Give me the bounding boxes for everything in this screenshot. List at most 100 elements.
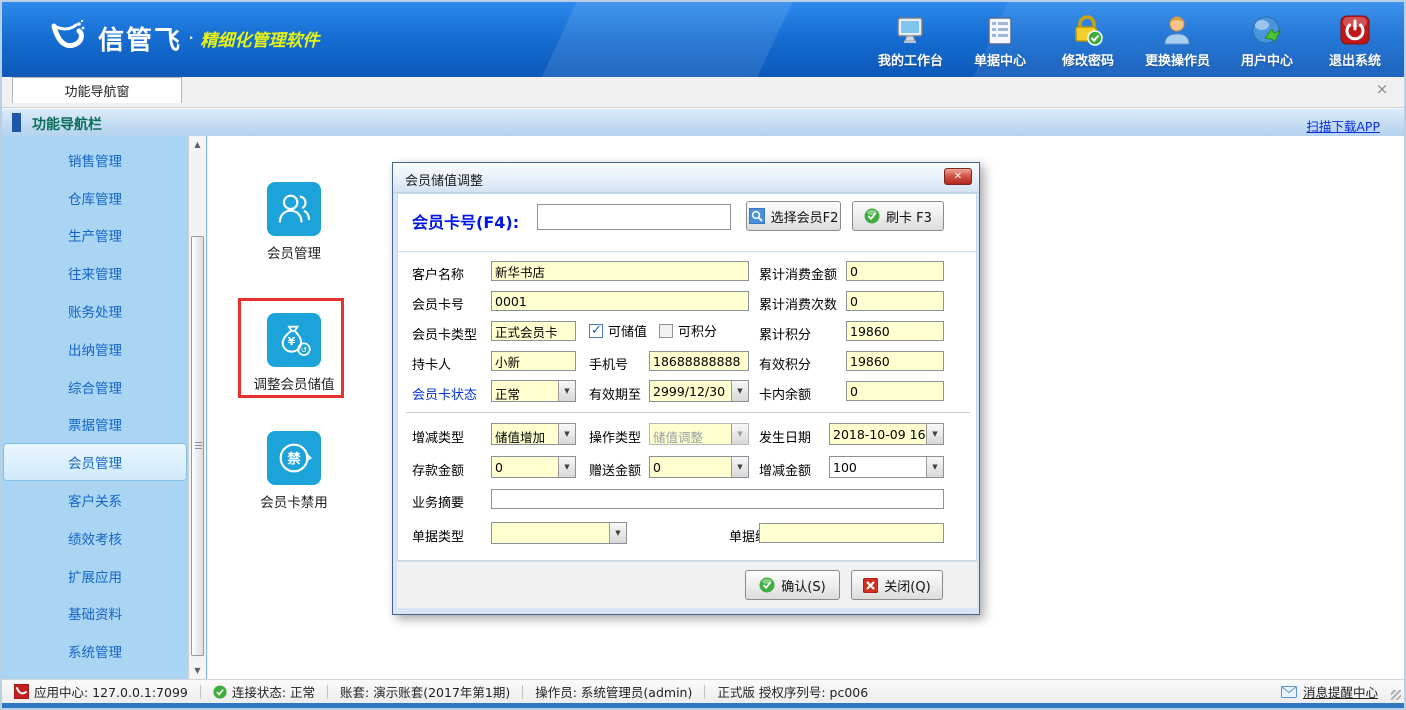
adjust-stored-value-icon: ¥ ↺ — [267, 313, 321, 367]
sidebar-item-sales[interactable]: 销售管理 — [2, 141, 188, 179]
user-center-globe-icon — [1251, 12, 1283, 46]
card-balance-input[interactable] — [846, 381, 944, 401]
total-points-input[interactable] — [846, 321, 944, 341]
consumption-count-input[interactable] — [846, 291, 944, 311]
brand-logo-icon — [46, 16, 90, 60]
date-label: 发生日期 — [759, 427, 811, 446]
date-select[interactable]: 2018-10-09 16:51 — [829, 423, 944, 445]
chevron-down-icon — [558, 381, 575, 401]
chevron-down-icon — [926, 424, 943, 444]
adjust-type-select[interactable]: 储值增加 — [491, 423, 576, 445]
swipe-card-button[interactable]: 刷卡 F3 — [852, 201, 944, 231]
card-number-input[interactable] — [537, 204, 731, 230]
gift-select[interactable]: 0 — [649, 456, 749, 478]
sidebar-item-extensions[interactable]: 扩展应用 — [2, 557, 188, 595]
toolbar-item-document-center[interactable]: 单据中心 — [969, 12, 1031, 69]
chevron-down-icon — [731, 424, 748, 444]
svg-text:¥: ¥ — [288, 335, 296, 348]
status-message-center[interactable]: 消息提醒中心 — [1281, 682, 1404, 701]
operation-type-select: 储值调整 — [649, 423, 749, 445]
sidebar-item-production[interactable]: 生产管理 — [2, 217, 188, 255]
dialog-close-icon[interactable]: ✕ — [944, 168, 972, 185]
check-circle-icon — [759, 577, 775, 593]
sidebar-item-base-data[interactable]: 基础资料 — [2, 595, 188, 633]
toolbar-item-exit[interactable]: 退出系统 — [1324, 12, 1386, 69]
status-connection: 连接状态: 正常 — [201, 682, 327, 701]
document-center-icon — [985, 12, 1015, 46]
tab-function-navigator[interactable]: 功能导航窗 — [12, 77, 182, 103]
check-circle-icon — [213, 685, 227, 699]
nav-accent-block — [12, 113, 21, 132]
sidebar-item-accounting[interactable]: 账务处理 — [2, 292, 188, 330]
checkbox-unchecked-icon — [659, 324, 673, 338]
scroll-up-icon[interactable]: ▲ — [190, 137, 205, 152]
storable-checkbox[interactable]: 可储值 — [589, 321, 647, 340]
card-disable-icon: 禁 — [267, 431, 321, 485]
tile-card-disable[interactable]: 禁 会员卡禁用 — [234, 431, 354, 511]
resize-grip[interactable] — [1391, 690, 1401, 700]
separator — [398, 251, 976, 252]
sidebar-item-system[interactable]: 系统管理 — [2, 632, 188, 670]
card-status-label: 会员卡状态 — [412, 384, 477, 403]
phone-label: 手机号 — [589, 354, 628, 373]
valid-points-input[interactable] — [846, 351, 944, 371]
sidebar-item-customer-relations[interactable]: 客户关系 — [2, 481, 188, 519]
deposit-select[interactable]: 0 — [491, 456, 576, 478]
dialog-member-stored-value-adjust: 会员储值调整 ✕ 会员卡号(F4): 选择会员F2 — [392, 162, 980, 615]
deposit-label: 存款金额 — [412, 460, 464, 479]
tab-close-icon[interactable]: × — [1374, 81, 1390, 97]
close-button[interactable]: 关闭(Q) — [851, 570, 943, 600]
doc-type-label: 单据类型 — [412, 526, 464, 545]
sidebar: 销售管理 仓库管理 生产管理 往来管理 账务处理 出纳管理 综合管理 票据管理 … — [2, 136, 207, 679]
summary-input[interactable] — [491, 489, 944, 509]
scrollbar-thumb[interactable] — [191, 236, 204, 656]
sidebar-item-performance[interactable]: 绩效考核 — [2, 519, 188, 557]
toolbar-item-switch-operator[interactable]: 更换操作员 — [1145, 12, 1210, 69]
confirm-button[interactable]: 确认(S) — [745, 570, 840, 600]
separator — [406, 412, 970, 413]
doc-no-input[interactable] — [759, 523, 944, 543]
tile-adjust-stored-value[interactable]: ¥ ↺ 调整会员储值 — [264, 313, 324, 393]
sidebar-item-warehouse[interactable]: 仓库管理 — [2, 179, 188, 217]
chevron-down-icon — [558, 424, 575, 444]
phone-input[interactable] — [649, 351, 749, 371]
sidebar-item-invoice[interactable]: 票据管理 — [2, 406, 188, 444]
holder-input[interactable] — [491, 351, 576, 371]
change-password-lock-icon — [1072, 12, 1104, 46]
card-type-label: 会员卡类型 — [412, 324, 477, 343]
tile-label: 会员管理 — [267, 242, 321, 262]
toolbar-item-user-center[interactable]: 用户中心 — [1236, 12, 1298, 69]
tile-member-management[interactable]: 会员管理 — [234, 182, 354, 262]
top-banner: 信管飞 · 精细化管理软件 我的工作台 — [2, 2, 1404, 77]
toolbar-item-workbench[interactable]: 我的工作台 — [878, 12, 943, 69]
valid-until-select[interactable]: 2999/12/30 — [649, 380, 749, 402]
customer-name-input[interactable] — [491, 261, 749, 281]
sidebar-item-member[interactable]: 会员管理 — [3, 443, 187, 481]
sidebar-item-comprehensive[interactable]: 综合管理 — [2, 368, 188, 406]
member-card-no-input[interactable] — [491, 291, 749, 311]
card-type-input[interactable] — [491, 321, 576, 341]
select-member-button[interactable]: 选择会员F2 — [746, 201, 841, 231]
card-status-select[interactable]: 正常 — [491, 380, 576, 402]
customer-name-label: 客户名称 — [412, 264, 464, 283]
total-consumption-input[interactable] — [846, 261, 944, 281]
chevron-down-icon — [731, 457, 748, 477]
toolbar-item-change-password[interactable]: 修改密码 — [1057, 12, 1119, 69]
scan-download-app-link[interactable]: 扫描下载APP — [1306, 116, 1380, 135]
dialog-titlebar[interactable]: 会员储值调整 ✕ — [393, 163, 979, 193]
summary-label: 业务摘要 — [412, 492, 464, 511]
member-card-no-label: 会员卡号 — [412, 294, 464, 313]
points-checkbox[interactable]: 可积分 — [659, 321, 717, 340]
sidebar-item-cashier[interactable]: 出纳管理 — [2, 330, 188, 368]
switch-operator-person-icon — [1162, 12, 1192, 46]
chevron-down-icon — [558, 457, 575, 477]
status-bar: 应用中心: 127.0.0.1:7099 连接状态: 正常 账套: 演示账套(2… — [2, 679, 1404, 703]
search-icon — [749, 208, 765, 224]
tab-strip: 功能导航窗 × — [2, 77, 1404, 108]
scroll-down-icon[interactable]: ▼ — [190, 663, 205, 678]
adjust-amount-select[interactable]: 100 — [829, 456, 944, 478]
card-balance-label: 卡内余额 — [759, 384, 811, 403]
sidebar-item-contacts[interactable]: 往来管理 — [2, 254, 188, 292]
sidebar-scrollbar[interactable]: ▲ ▼ — [188, 136, 206, 679]
doc-type-select[interactable] — [491, 522, 627, 544]
